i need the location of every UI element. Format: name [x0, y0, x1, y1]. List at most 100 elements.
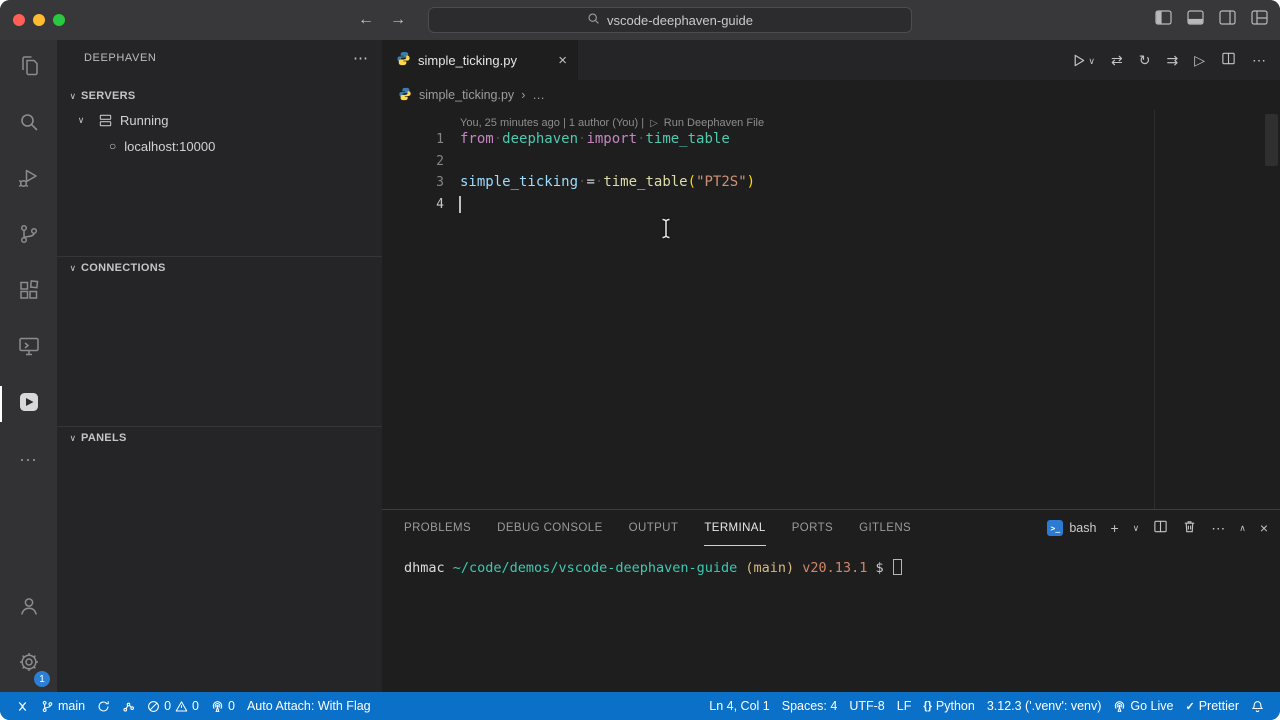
refresh-button[interactable]: ↻	[1139, 52, 1151, 69]
sidebar-more-actions-button[interactable]: ⋯	[353, 49, 368, 67]
history-back-button[interactable]: ←	[358, 11, 374, 29]
text-segment: from	[460, 131, 494, 147]
sidebar-item-run-debug[interactable]	[0, 152, 57, 208]
toggle-secondary-sidebar-button[interactable]	[1219, 10, 1236, 30]
servers-section: ∨ SERVERS ∨ Running ○ localhost:10000	[57, 85, 382, 159]
line-number[interactable]: 2	[382, 151, 444, 173]
command-center[interactable]: vscode-deephaven-guide	[428, 7, 912, 33]
status-label: UTF-8	[849, 699, 884, 713]
accounts-button[interactable]	[0, 580, 57, 636]
run-interactive-button[interactable]: ▷	[1194, 52, 1205, 69]
code-line[interactable]: 3 simple_ticking·=·time_table("PT2S")	[382, 172, 1280, 194]
line-number[interactable]: 3	[382, 172, 444, 194]
bell-icon	[1251, 700, 1264, 713]
code-line[interactable]: 4	[382, 194, 1280, 216]
text-segment: (main)	[745, 560, 802, 576]
indentation[interactable]: Spaces: 4	[776, 692, 844, 720]
line-number[interactable]: 4	[382, 194, 444, 216]
sidebar-item-source-control[interactable]	[0, 208, 57, 264]
status-label: 0	[228, 699, 235, 713]
cursor-position[interactable]: Ln 4, Col 1	[703, 692, 775, 720]
settings-button[interactable]: 1	[0, 636, 57, 692]
panel-tab-terminal[interactable]: TERMINAL	[704, 510, 765, 546]
status-label: Go Live	[1130, 699, 1173, 713]
tab-simple-ticking[interactable]: simple_ticking.py ×	[382, 40, 578, 80]
panel-tab-ports[interactable]: PORTS	[792, 510, 833, 546]
customize-layout-button[interactable]	[1251, 10, 1268, 30]
panel-tab-gitlens[interactable]: GITLENS	[859, 510, 911, 546]
new-terminal-button[interactable]: +	[1110, 520, 1118, 536]
maximize-panel-button[interactable]: ∧	[1239, 523, 1246, 534]
tree-item-localhost[interactable]: ○ localhost:10000	[57, 133, 382, 159]
connections-section-header[interactable]: ∨ CONNECTIONS	[57, 257, 382, 279]
close-panel-button[interactable]: ×	[1260, 520, 1268, 536]
commit-graph[interactable]	[116, 692, 141, 720]
editor-scrollbar[interactable]	[1265, 114, 1278, 166]
code-line[interactable]: 1 from·deephaven·import·time_table	[382, 129, 1280, 151]
text-segment: deephaven	[502, 131, 578, 147]
branch-icon	[41, 700, 54, 713]
ports-forwarded[interactable]: 0	[205, 692, 241, 720]
check-icon: ✓	[1185, 700, 1194, 713]
language-mode[interactable]: {}Python	[917, 692, 980, 720]
zoom-window-button[interactable]	[53, 14, 65, 26]
server-status-icon: ○	[109, 139, 116, 153]
search-icon	[587, 12, 600, 28]
text-segment: dhmac	[404, 560, 453, 576]
toggle-primary-sidebar-button[interactable]	[1155, 10, 1172, 30]
panel-more-actions-button[interactable]: ⋯	[1211, 520, 1225, 537]
sidebar-item-more-views[interactable]: ⋯	[0, 432, 57, 488]
prettier[interactable]: ✓Prettier	[1179, 692, 1245, 720]
minimize-window-button[interactable]	[33, 14, 45, 26]
eol[interactable]: LF	[891, 692, 918, 720]
encoding[interactable]: UTF-8	[843, 692, 890, 720]
more-actions-button[interactable]: ⋯	[1252, 52, 1266, 69]
toggle-panel-button[interactable]	[1187, 10, 1204, 30]
servers-section-header[interactable]: ∨ SERVERS	[57, 85, 382, 107]
remote-indicator[interactable]	[10, 692, 35, 720]
text-segment: =	[586, 174, 594, 190]
history-forward-button[interactable]: →	[390, 11, 406, 29]
panel-tab-debug-console[interactable]: DEBUG CONSOLE	[497, 510, 603, 546]
code-text[interactable]: from·deephaven·import·time_table	[460, 129, 730, 151]
auto-attach[interactable]: Auto Attach: With Flag	[241, 692, 377, 720]
panel-tab-output[interactable]: OUTPUT	[629, 510, 679, 546]
notifications-bell[interactable]	[1245, 692, 1270, 720]
tree-item-running[interactable]: ∨ Running	[57, 107, 382, 133]
panels-section-header[interactable]: ∨ PANELS	[57, 427, 382, 449]
sidebar-item-remote-explorer[interactable]	[0, 320, 57, 376]
git-branch[interactable]: main	[35, 692, 91, 720]
kill-terminal-button[interactable]	[1182, 519, 1197, 537]
split-editor-button[interactable]	[1221, 51, 1236, 69]
code-line[interactable]: 2	[382, 151, 1280, 173]
code-editor[interactable]: You, 25 minutes ago | 1 author (You) | ▷…	[382, 110, 1280, 509]
breadcrumb-symbol[interactable]: …	[532, 88, 545, 102]
code-text[interactable]: simple_ticking·=·time_table("PT2S")	[460, 172, 755, 194]
run-all-button[interactable]: ⇉	[1166, 52, 1178, 69]
sidebar-item-explorer[interactable]	[0, 40, 57, 96]
line-number[interactable]: 1	[382, 129, 444, 151]
remote-icon	[16, 700, 29, 713]
sync-changes[interactable]	[91, 692, 116, 720]
panel-tab-problems[interactable]: PROBLEMS	[404, 510, 471, 546]
terminal-instance-bash[interactable]: >_ bash	[1047, 520, 1096, 536]
search-icon	[17, 110, 41, 139]
close-tab-icon[interactable]: ×	[558, 52, 567, 69]
python-interpreter[interactable]: 3.12.3 ('.venv': venv)	[981, 692, 1108, 720]
sidebar-item-deephaven[interactable]	[0, 376, 57, 432]
sidebar-item-extensions[interactable]	[0, 264, 57, 320]
run-file-button[interactable]: ∨	[1071, 53, 1095, 68]
launch-profile-button[interactable]: ∨	[1133, 523, 1140, 534]
terminal-content[interactable]: dhmac ~/code/demos/vscode-deephaven-guid…	[382, 546, 1280, 576]
breadcrumb-file[interactable]: simple_ticking.py	[419, 88, 514, 102]
text-segment: v20.13.1	[802, 560, 875, 576]
close-window-button[interactable]	[13, 14, 25, 26]
gitlens-blame-link[interactable]: You, 25 minutes ago | 1 author (You) |	[460, 117, 644, 129]
sidebar-item-search[interactable]	[0, 96, 57, 152]
problems[interactable]: 00	[141, 692, 205, 720]
connections-section: ∨ CONNECTIONS	[57, 256, 382, 279]
go-live[interactable]: Go Live	[1107, 692, 1179, 720]
split-terminal-button[interactable]	[1153, 519, 1168, 537]
open-changes-button[interactable]: ⇄	[1111, 52, 1123, 69]
run-deephaven-file-link[interactable]: Run Deephaven File	[664, 117, 764, 129]
